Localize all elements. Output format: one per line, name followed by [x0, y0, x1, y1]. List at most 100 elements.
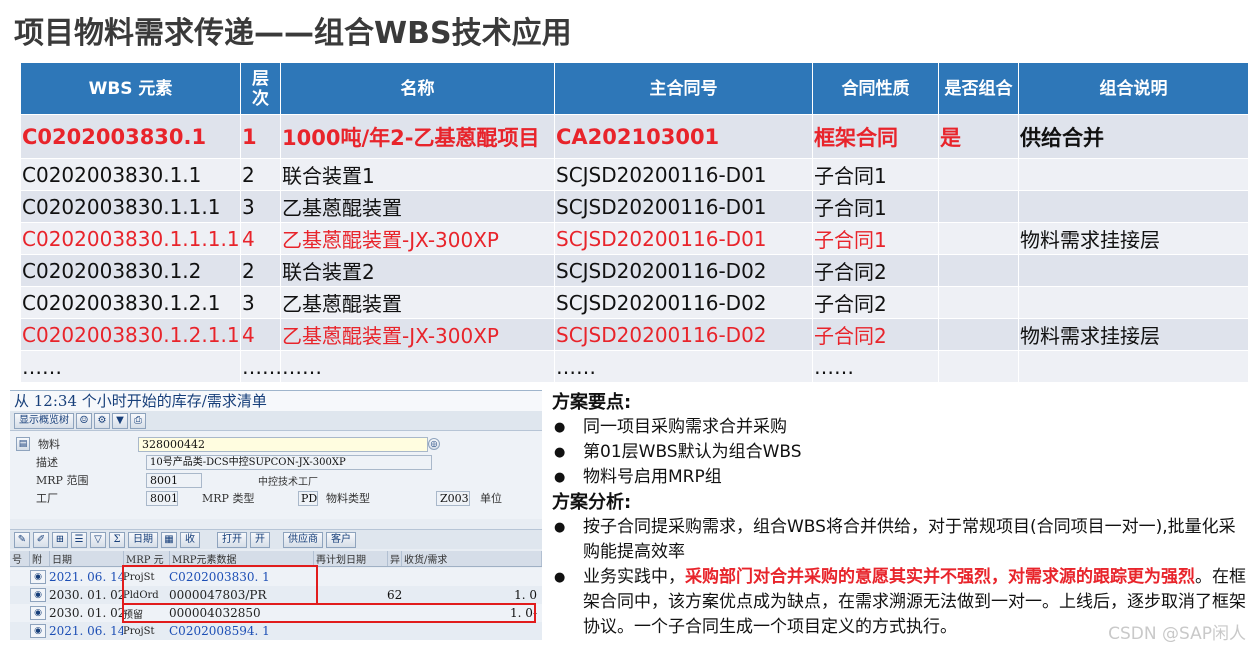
watermark: CSDN @SAP闲人: [1108, 624, 1246, 644]
detail-icon[interactable]: ◉: [30, 624, 46, 638]
sap-window-title: 从 12:34 个小时开始的库存/需求清单: [10, 391, 542, 411]
mrp-area-label: MRP 范围: [36, 474, 89, 487]
settings-icon[interactable]: ⚙: [94, 412, 110, 429]
table-row: C0202003830.1.1.1.1 4 乙基蒽醌装置-JX-300XP SCJSD…: [20, 222, 1249, 255]
table-cell: 子合同2: [812, 286, 939, 319]
table-cell: 物料需求挂接层: [1018, 318, 1249, 351]
table-cell: 乙基蒽醌装置-JX-300XP: [280, 222, 555, 255]
search-help-icon[interactable]: ◎: [428, 438, 440, 450]
analysis-item: 按子合同提采购需求，组合WBS将合并供给，对于常规项目(合同项目一对一),批量化…: [552, 515, 1252, 565]
material-label: 物料: [38, 438, 60, 451]
col-header-combined: 是否组合: [938, 62, 1019, 115]
date-button[interactable]: 日期: [128, 531, 158, 548]
table-cell: 乙基蒽醌装置: [280, 286, 555, 319]
customer-button[interactable]: 客户: [326, 531, 356, 548]
detail-icon[interactable]: ◉: [30, 606, 46, 620]
highlight-box-reservation: [122, 603, 536, 623]
table-cell: C0202003830.1.2.1: [20, 286, 241, 319]
sum-icon[interactable]: Σ: [109, 531, 125, 548]
col-exception: 异: [388, 551, 402, 566]
table-cell: 子合同1: [812, 158, 939, 191]
mrp-type-label: MRP 类型: [202, 492, 255, 505]
col-header-name: 名称: [280, 62, 555, 115]
vendor-button[interactable]: 供应商: [283, 531, 323, 548]
analysis-emphasis: 采购部门对合并采购的意愿其实并不强烈，对需求源的跟踪更为强烈: [685, 567, 1195, 587]
grid-icon[interactable]: ▦: [161, 531, 177, 548]
key-point-item: 第01层WBS默认为组合WBS: [552, 440, 1252, 465]
details-icon[interactable]: ☰: [71, 531, 87, 548]
print-icon[interactable]: ⎙: [130, 412, 146, 429]
table-cell: 乙基蒽醌装置: [280, 190, 555, 223]
edit-icon[interactable]: ✐: [33, 531, 49, 548]
person-icon[interactable]: ☺: [76, 412, 92, 429]
tree-icon[interactable]: ⊞: [52, 531, 68, 548]
table-cell: [938, 350, 1019, 383]
table-row: C0202003830.1.2 2 联合装置2 SCJSD20200116-D02 子合…: [20, 254, 1249, 287]
table-cell: 乙基蒽醌装置-JX-300XP: [280, 318, 555, 351]
table-cell: 1000吨/年2-乙基蒽醌项目: [280, 114, 555, 159]
table-cell: 子合同2: [812, 318, 939, 351]
table-cell: SCJSD20200116-D01: [554, 190, 813, 223]
description-row: 描述 10号产品类-DCS中控SUPCON-JX-300XP: [36, 453, 432, 471]
sap-grid-row[interactable]: ◉ 2021. 06. 14 ProjSt C0202008594. 1: [10, 622, 542, 640]
table-cell: 4: [240, 222, 281, 255]
col-header-contract-type: 合同性质: [812, 62, 939, 115]
sort-filter-icon[interactable]: ▽: [90, 531, 106, 548]
table-cell: SCJSD20200116-D02: [554, 318, 813, 351]
key-point-item: 同一项目采购需求合并采购: [552, 415, 1252, 440]
analysis-heading: 方案分析:: [552, 492, 632, 513]
open-button[interactable]: 打开: [217, 531, 247, 548]
table-cell: ……: [554, 350, 813, 383]
table-cell: [1018, 158, 1249, 191]
row-date: 2021. 06. 14: [49, 570, 123, 584]
material-icon: ▤: [16, 437, 30, 451]
receive-button[interactable]: 收: [180, 531, 200, 548]
table-cell: SCJSD20200116-D02: [554, 286, 813, 319]
table-cell: SCJSD20200116-D01: [554, 222, 813, 255]
table-cell: 2: [240, 254, 281, 287]
sap-grid-toolbar: ✎ ✐ ⊞ ☰ ▽ Σ 日期 ▦ 收 打开 开 供应商 客户: [10, 529, 542, 549]
open-button-2[interactable]: 开: [250, 531, 270, 548]
table-cell: [1018, 350, 1249, 383]
table-cell: 1: [240, 114, 281, 159]
mrp-area-value: 8001: [146, 472, 202, 488]
table-cell: [1018, 190, 1249, 223]
plant-row: 工厂 8001 MRP 类型 PD 物料类型 Z003 单位: [36, 489, 502, 507]
table-cell: [938, 190, 1019, 223]
table-cell: [938, 254, 1019, 287]
table-cell: [938, 318, 1019, 351]
col-mrp-element-data: MRP元素数据: [170, 551, 314, 566]
detail-icon[interactable]: ◉: [30, 570, 46, 584]
col-header-description: 组合说明: [1018, 62, 1249, 115]
table-row: …………………………: [20, 350, 1249, 383]
table-cell: [938, 286, 1019, 319]
row-exception: 62: [387, 588, 403, 602]
table-cell: 联合装置1: [280, 158, 555, 191]
unit-label: 单位: [480, 492, 502, 505]
key-points-list: 同一项目采购需求合并采购 第01层WBS默认为组合WBS 物料号启用MRP组: [552, 415, 1252, 490]
key-points-heading: 方案要点:: [552, 392, 632, 413]
table-cell: 框架合同: [812, 114, 939, 159]
table-cell: 子合同1: [812, 222, 939, 255]
mrp-type-value: PD: [298, 490, 318, 506]
pencil-icon[interactable]: ✎: [14, 531, 30, 548]
mrp-area-description: 中控技术工厂: [258, 476, 318, 488]
table-cell: C0202003830.1.2: [20, 254, 241, 287]
detail-icon[interactable]: ◉: [30, 588, 46, 602]
table-cell: SCJSD20200116-D01: [554, 158, 813, 191]
page-title: 项目物料需求传递——组合WBS技术应用: [14, 16, 572, 51]
plant-label: 工厂: [36, 492, 58, 505]
col-no: 号: [10, 551, 30, 566]
col-mrp-element: MRP 元: [124, 551, 170, 566]
col-receipt-requirement: 收货/需求: [402, 551, 542, 566]
table-cell: 3: [240, 286, 281, 319]
filter-icon[interactable]: ▼: [112, 412, 128, 429]
show-overview-tree-button[interactable]: 显示概览树: [14, 412, 74, 429]
table-cell: 4: [240, 318, 281, 351]
table-row: C0202003830.1.1.1 3 乙基蒽醌装置 SCJSD20200116-D0…: [20, 190, 1249, 223]
table-cell: 联合装置2: [280, 254, 555, 287]
wbs-table: WBS 元素 层 次 名称 主合同号 合同性质 是否组合 组合说明 C02020…: [20, 62, 1249, 383]
material-input[interactable]: 328000442: [138, 436, 428, 452]
table-cell: C0202003830.1.2.1.1: [20, 318, 241, 351]
table-cell: [1018, 286, 1249, 319]
